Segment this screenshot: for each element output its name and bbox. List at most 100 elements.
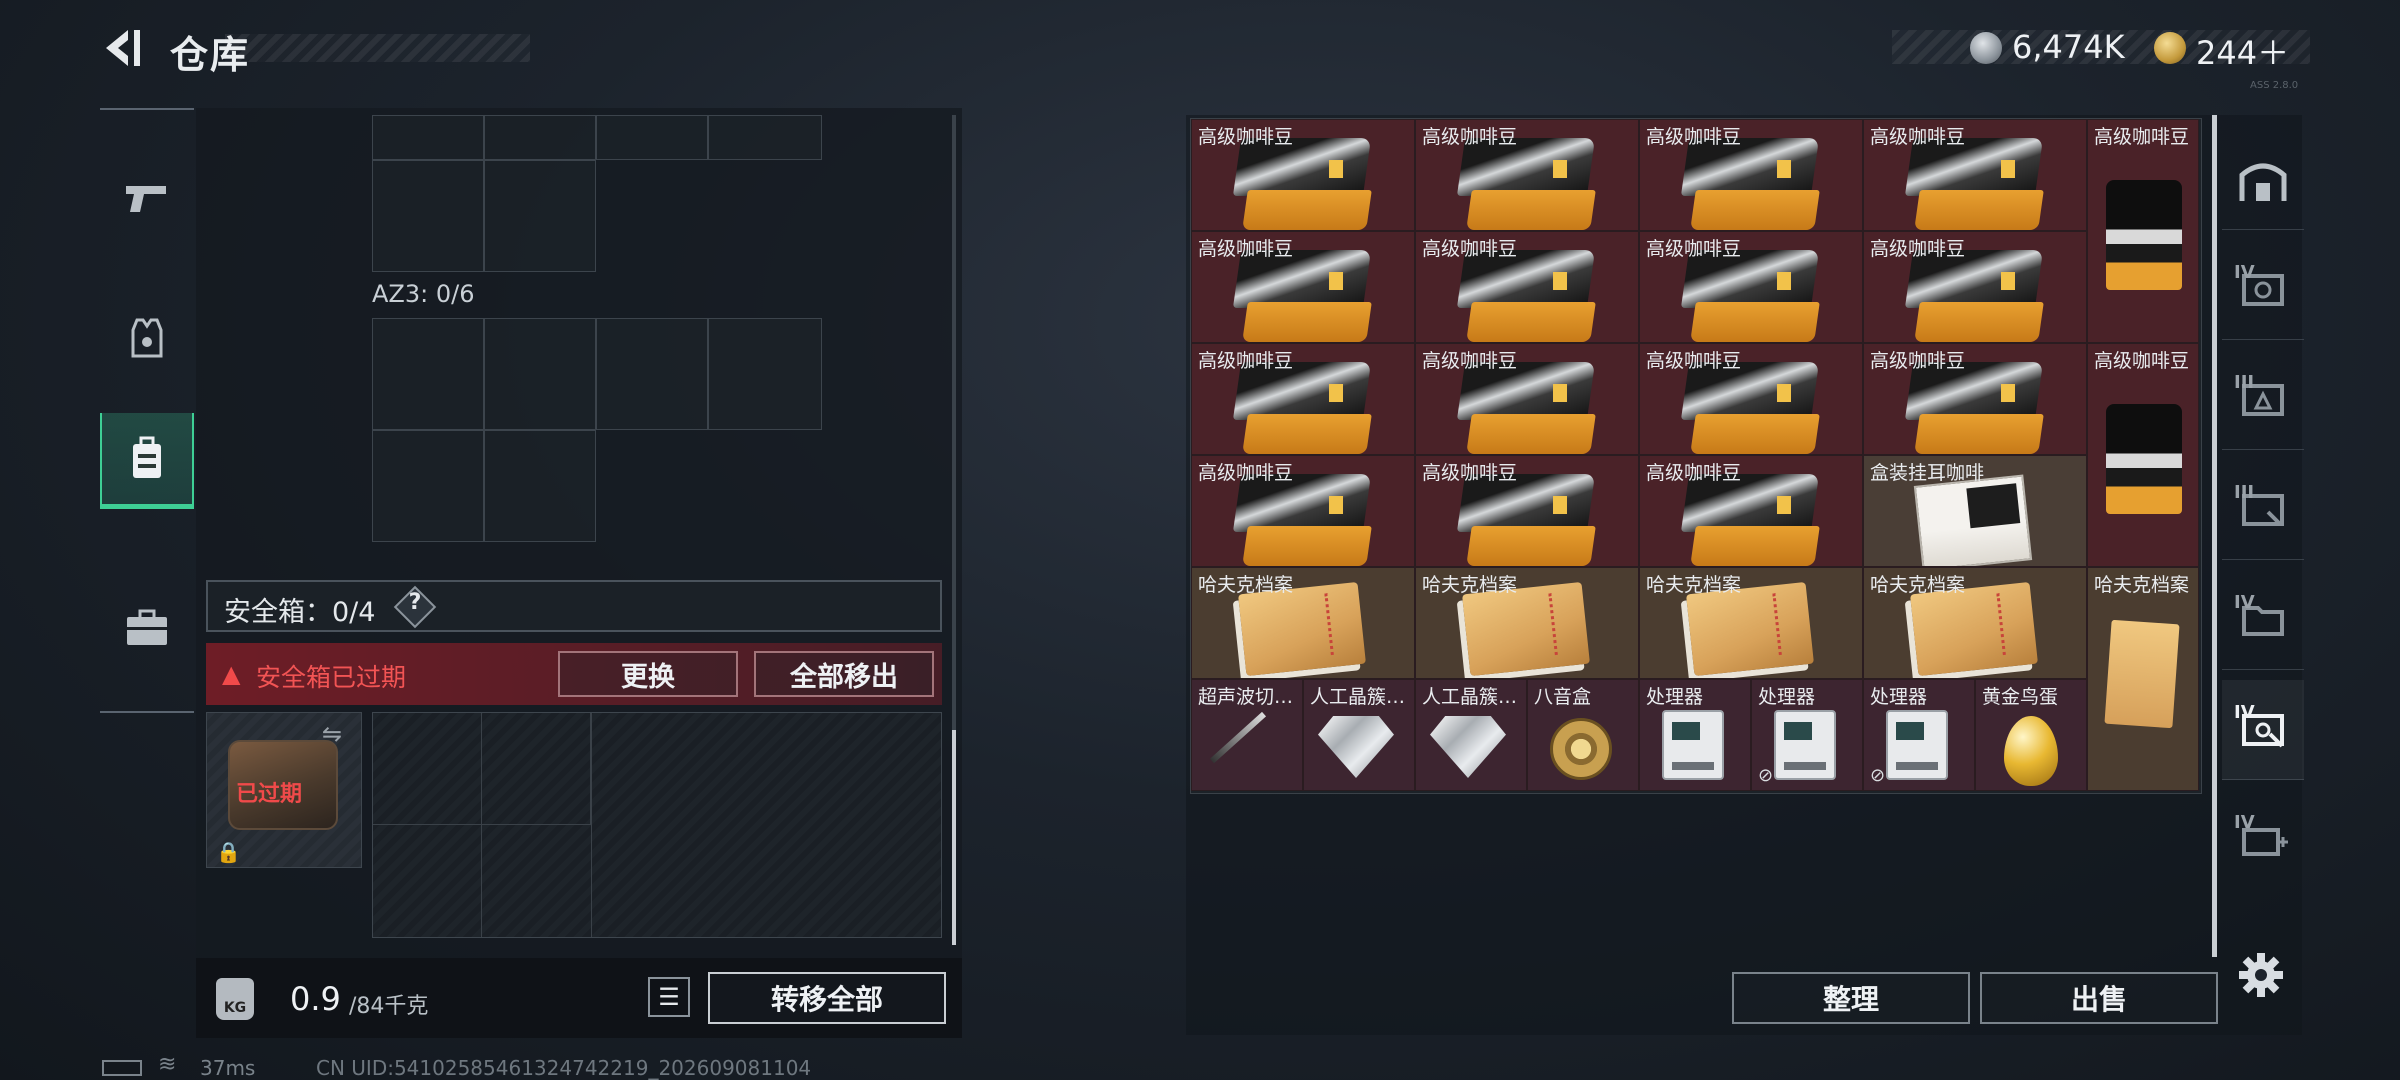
- stash-item[interactable]: 高级咖啡豆: [1191, 455, 1415, 567]
- stash-item[interactable]: 盒装挂耳咖啡: [1863, 455, 2087, 567]
- coffee-bean-icon: [1904, 138, 2044, 230]
- tab-stash-6[interactable]: IV: [2222, 790, 2304, 890]
- stash-item[interactable]: 高级咖啡豆: [1415, 455, 1639, 567]
- item-name: 高级咖啡豆: [1198, 126, 1294, 148]
- gold-currency-value[interactable]: 244＋: [2196, 28, 2289, 74]
- tab-armor[interactable]: [100, 290, 194, 386]
- item-name: 高级咖啡豆: [1870, 350, 1966, 372]
- tab-stash-2[interactable]: III: [2222, 350, 2304, 450]
- tab-stash-4[interactable]: IV: [2222, 570, 2304, 670]
- tab-stash-home[interactable]: [2222, 130, 2304, 230]
- tab-backpack[interactable]: [100, 413, 194, 509]
- left-scrollbar-thumb[interactable]: [952, 730, 956, 945]
- stash-item[interactable]: 高级咖啡豆: [1863, 343, 2087, 455]
- item-name: 哈夫克档案: [1198, 574, 1294, 596]
- coffee-bean-icon: [1680, 362, 1820, 454]
- stash-item[interactable]: 超声波切…: [1191, 679, 1303, 791]
- stash-item[interactable]: 哈夫克档案: [1415, 567, 1639, 679]
- item-name: 高级咖啡豆: [1646, 126, 1742, 148]
- stash-item[interactable]: 八音盒: [1527, 679, 1639, 791]
- coffee-bean-icon: [1232, 474, 1372, 566]
- grid-slot[interactable]: [372, 115, 484, 160]
- processor-icon: [1886, 710, 1948, 780]
- item-name: 高级咖啡豆: [1422, 238, 1518, 260]
- item-name: 处理器: [1646, 686, 1704, 708]
- item-name: 人工晶簇…: [1422, 686, 1518, 708]
- stash-item[interactable]: 高级咖啡豆: [1415, 343, 1639, 455]
- title-decoration: [225, 34, 530, 62]
- crystal-icon: [1318, 716, 1394, 778]
- weight-current: 0.9: [290, 980, 341, 1018]
- stash-item[interactable]: 高级咖啡豆: [1639, 119, 1863, 231]
- tab-briefcase[interactable]: [100, 580, 194, 676]
- stash-item[interactable]: 高级咖啡豆: [1639, 343, 1863, 455]
- stash-item[interactable]: 高级咖啡豆: [1191, 343, 1415, 455]
- backpack-icon: [133, 436, 161, 478]
- coffee-bean-icon: [1904, 250, 2044, 342]
- stash-item[interactable]: 高级咖啡豆: [1863, 231, 2087, 343]
- item-name: 高级咖啡豆: [1198, 238, 1294, 260]
- item-name: 高级咖啡豆: [1422, 462, 1518, 484]
- grid-slot[interactable]: [596, 318, 708, 430]
- safebox-grid[interactable]: [372, 712, 942, 938]
- tab-weapons[interactable]: [100, 150, 194, 246]
- coffee-bean-icon: [1680, 250, 1820, 342]
- item-name: 高级咖啡豆: [2094, 350, 2190, 372]
- document-folder-icon: [2104, 619, 2180, 729]
- stash-item[interactable]: 处理器 ⊘: [1751, 679, 1863, 791]
- safebox-expired-badge: 已过期: [236, 782, 303, 807]
- stash-item[interactable]: 高级咖啡豆: [1639, 231, 1863, 343]
- list-view-icon[interactable]: ☰: [648, 977, 690, 1017]
- grid-slot[interactable]: [484, 318, 596, 430]
- item-name: 处理器: [1758, 686, 1816, 708]
- sell-button[interactable]: 出售: [1980, 972, 2218, 1024]
- stash-item[interactable]: 哈夫克档案: [1191, 567, 1415, 679]
- item-name: 高级咖啡豆: [1870, 238, 1966, 260]
- stash-item[interactable]: 人工晶簇…: [1415, 679, 1527, 791]
- stash-item[interactable]: 高级咖啡豆: [1191, 119, 1415, 231]
- stash-item[interactable]: 高级咖啡豆: [1191, 231, 1415, 343]
- grid-slot[interactable]: [372, 318, 484, 430]
- tab-level: IV: [2234, 592, 2255, 613]
- grid-slot[interactable]: [484, 160, 596, 272]
- crystal-icon: [1430, 716, 1506, 778]
- transfer-all-button[interactable]: 转移全部: [708, 972, 946, 1024]
- move-all-out-button[interactable]: 全部移出: [754, 651, 934, 697]
- stash-item[interactable]: 高级咖啡豆: [1415, 119, 1639, 231]
- sort-button[interactable]: 整理: [1732, 972, 1970, 1024]
- grid-slot[interactable]: [596, 115, 708, 160]
- stash-item[interactable]: 处理器: [1639, 679, 1751, 791]
- tab-level: III: [2234, 372, 2255, 393]
- grid-slot[interactable]: [708, 115, 822, 160]
- coffee-bean-icon: [1680, 474, 1820, 566]
- stash-item[interactable]: 高级咖啡豆: [2087, 343, 2199, 567]
- stash-item[interactable]: 高级咖啡豆: [1863, 119, 2087, 231]
- stash-item[interactable]: 哈夫克档案: [1639, 567, 1863, 679]
- stash-item[interactable]: 高级咖啡豆: [1415, 231, 1639, 343]
- grid-slot[interactable]: [708, 318, 822, 430]
- stash-scrollbar-thumb[interactable]: [2212, 115, 2217, 957]
- stash-item[interactable]: 黄金鸟蛋: [1975, 679, 2087, 791]
- stash-item[interactable]: 哈夫克档案: [1863, 567, 2087, 679]
- gold-coin-icon: [2154, 32, 2186, 64]
- tab-stash-1[interactable]: IV: [2222, 240, 2304, 340]
- tab-stash-3[interactable]: III: [2222, 460, 2304, 560]
- replace-button[interactable]: 更换: [558, 651, 738, 697]
- gear-icon[interactable]: [2236, 950, 2286, 1000]
- stash-item[interactable]: 处理器 ⊘: [1863, 679, 1975, 791]
- stash-item[interactable]: 高级咖啡豆: [1639, 455, 1863, 567]
- tab-level: IV: [2234, 262, 2255, 283]
- swap-icon[interactable]: ⇋: [322, 720, 342, 748]
- stash-item[interactable]: 哈夫克档案: [2087, 567, 2199, 791]
- grid-slot[interactable]: [484, 430, 596, 542]
- grid-slot[interactable]: [372, 160, 484, 272]
- tab-stash-5[interactable]: IV: [2222, 680, 2304, 780]
- item-name: 高级咖啡豆: [1646, 350, 1742, 372]
- stash-item[interactable]: 高级咖啡豆: [2087, 119, 2199, 343]
- grid-slot[interactable]: [372, 430, 484, 542]
- stash-item[interactable]: 人工晶簇…: [1303, 679, 1415, 791]
- item-name: 超声波切…: [1198, 686, 1294, 708]
- help-question-icon[interactable]: ?: [400, 590, 430, 624]
- back-arrow-icon[interactable]: [100, 26, 144, 70]
- grid-slot[interactable]: [484, 115, 596, 160]
